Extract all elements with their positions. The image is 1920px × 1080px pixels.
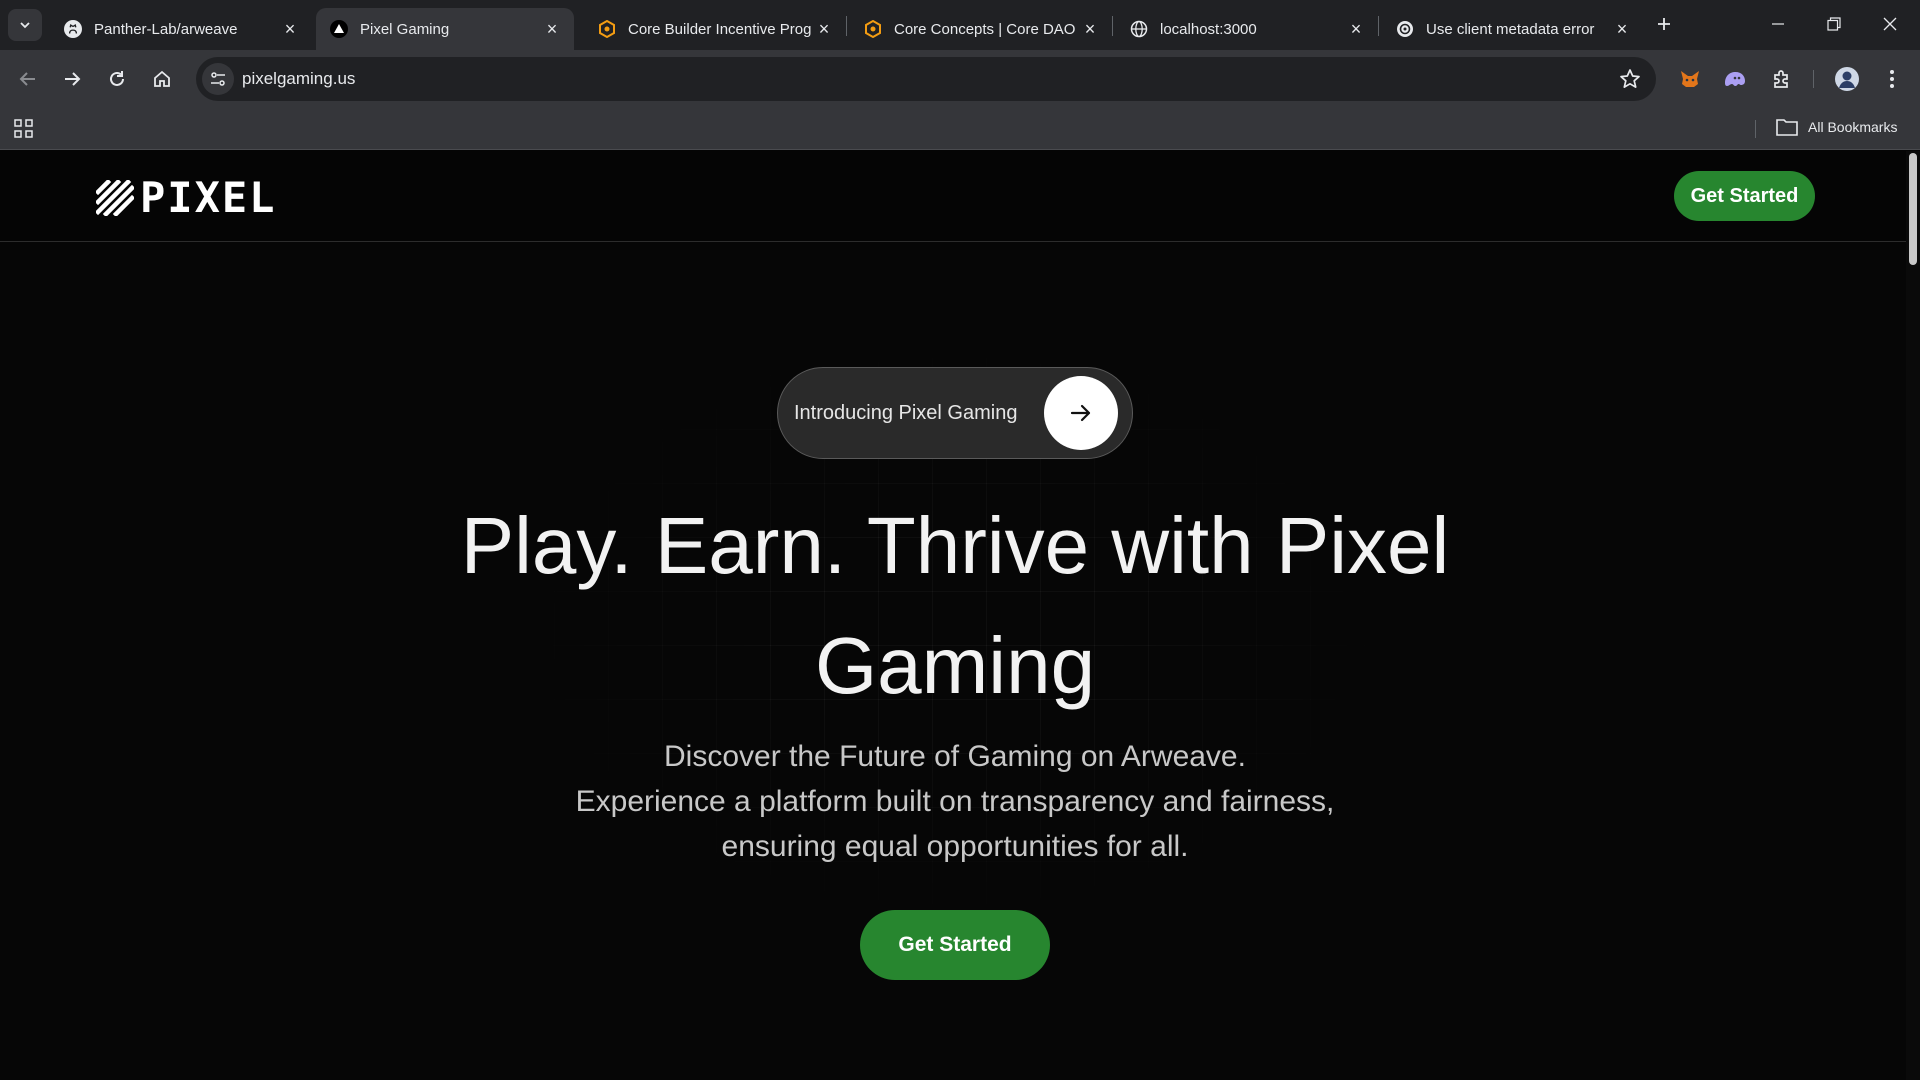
home-icon [154, 70, 170, 87]
kebab-menu-icon [1890, 70, 1894, 88]
apps-grid-icon[interactable] [14, 119, 34, 144]
bookmarks-bar: All Bookmarks [0, 108, 1920, 150]
site-header: PIXEL Get Started [0, 151, 1920, 242]
globe-icon [1130, 20, 1148, 38]
triangle-icon [330, 20, 348, 38]
subtitle-line: Discover the Future of Gaming on Arweave… [664, 740, 1246, 773]
address-bar[interactable]: pixelgaming.us [196, 57, 1656, 101]
tab-title: localhost:3000 [1160, 20, 1257, 38]
reload-icon [110, 71, 124, 86]
all-bookmarks-label: All Bookmarks [1808, 119, 1898, 135]
extensions-button[interactable] [1766, 63, 1798, 95]
openai-icon [1396, 20, 1414, 38]
tab-pixel-gaming[interactable]: Pixel Gaming × [316, 8, 574, 50]
folder-icon [1776, 119, 1798, 136]
minimize-button[interactable] [1750, 6, 1806, 42]
close-window-button[interactable] [1862, 6, 1918, 42]
fox-icon [1681, 71, 1699, 87]
reload-button[interactable] [101, 63, 133, 95]
browser-toolbar: pixelgaming.us [0, 50, 1920, 108]
plus-icon [1658, 18, 1670, 30]
minimize-icon [1772, 23, 1784, 25]
tab-close-icon[interactable]: × [1080, 19, 1100, 39]
ghost-icon [1725, 72, 1745, 86]
tab-close-icon[interactable]: × [1612, 19, 1632, 39]
all-bookmarks-button[interactable]: All Bookmarks [1776, 118, 1897, 136]
logo-text: PIXEL [140, 173, 277, 222]
restore-icon [1827, 17, 1841, 31]
tab-close-icon[interactable]: × [542, 19, 562, 39]
metamask-extension-button[interactable] [1674, 63, 1706, 95]
chevron-down-icon [20, 22, 30, 29]
new-tab-button[interactable] [1652, 12, 1676, 36]
close-icon [1883, 17, 1897, 31]
introducing-pill[interactable]: Introducing Pixel Gaming [777, 367, 1133, 459]
page-scrollbar[interactable] [1906, 151, 1920, 1080]
hexagon-icon [864, 20, 882, 38]
tab-core-builder[interactable]: Core Builder Incentive Prog × [584, 8, 846, 50]
back-button[interactable] [12, 63, 44, 95]
tab-separator [1378, 16, 1379, 36]
tab-localhost[interactable]: localhost:3000 × [1116, 8, 1378, 50]
github-icon [64, 20, 82, 38]
browser-tab-strip: Panther-Lab/arweave × Pixel Gaming × Cor… [0, 0, 1920, 50]
tab-close-icon[interactable]: × [1346, 19, 1366, 39]
hexagon-icon [598, 20, 616, 38]
header-get-started-button[interactable]: Get Started [1674, 171, 1815, 221]
page-viewport: PIXEL Get Started Introducing Pixel Gami… [0, 151, 1920, 1080]
hero-headline: Play. Earn. Thrive with Pixel Gaming [460, 501, 1450, 710]
profile-button[interactable] [1831, 63, 1863, 95]
scrollbar-thumb[interactable] [1909, 153, 1917, 265]
tab-metadata-error[interactable]: Use client metadata error × [1382, 8, 1644, 50]
tab-title: Panther-Lab/arweave [94, 20, 238, 38]
site-info-button[interactable] [202, 63, 234, 95]
subtitle-line: Experience a platform built on transpare… [575, 785, 1335, 818]
tab-search-button[interactable] [8, 9, 42, 41]
bookmark-star-button[interactable] [1618, 67, 1642, 91]
pill-label: Introducing Pixel Gaming [794, 401, 1018, 424]
browser-menu-button[interactable] [1876, 63, 1908, 95]
tab-core-concepts[interactable]: Core Concepts | Core DAO × [850, 8, 1112, 50]
toolbar-separator [1813, 70, 1814, 88]
pixel-stripes-icon [96, 180, 134, 216]
arrow-left-icon [19, 72, 35, 86]
hero-subtitle: Discover the Future of Gaming on Arweave… [455, 734, 1455, 869]
tab-close-icon[interactable]: × [280, 19, 300, 39]
puzzle-icon [1774, 70, 1788, 88]
star-icon [1620, 69, 1640, 88]
phantom-extension-button[interactable] [1719, 63, 1751, 95]
forward-button[interactable] [56, 63, 88, 95]
tab-panther-lab[interactable]: Panther-Lab/arweave × [50, 8, 312, 50]
tab-title: Core Builder Incentive Prog [628, 20, 812, 38]
tab-title: Pixel Gaming [360, 20, 450, 38]
bookmarks-separator [1755, 120, 1756, 138]
site-logo[interactable]: PIXEL [96, 177, 276, 219]
url-text[interactable]: pixelgaming.us [242, 69, 355, 89]
tune-icon [211, 72, 225, 86]
tab-separator [846, 16, 847, 36]
home-button[interactable] [146, 63, 178, 95]
avatar-icon [1835, 67, 1859, 91]
tab-title: Core Concepts | Core DAO [894, 20, 1076, 38]
restore-button[interactable] [1806, 6, 1862, 42]
arrow-right-icon[interactable] [1044, 376, 1118, 450]
tab-close-icon[interactable]: × [814, 19, 834, 39]
subtitle-line: ensuring equal opportunities for all. [721, 830, 1189, 863]
tab-separator [1112, 16, 1113, 36]
hero-get-started-button[interactable]: Get Started [860, 910, 1050, 980]
arrow-right-icon [65, 72, 81, 86]
tab-title: Use client metadata error [1426, 20, 1595, 38]
